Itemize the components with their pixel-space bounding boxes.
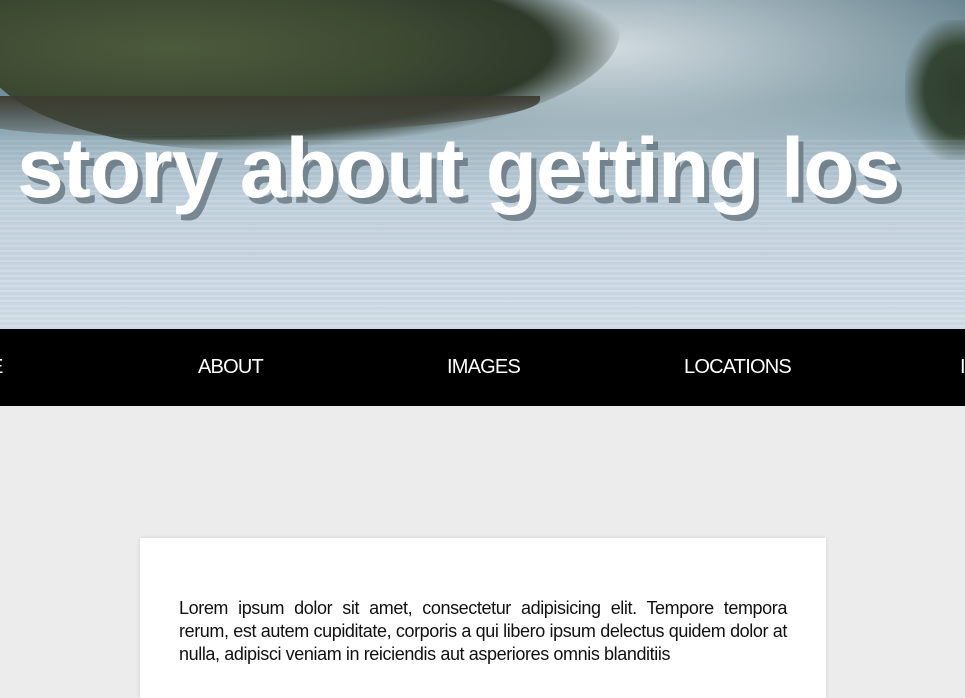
article-body: Lorem ipsum dolor sit amet, consectetur … bbox=[179, 598, 787, 664]
hero-banner: story about getting los bbox=[0, 0, 965, 329]
nav-item-locations[interactable]: LOCATIONS bbox=[684, 329, 792, 406]
hero-title: story about getting los bbox=[17, 121, 900, 215]
nav-item-about[interactable]: ABOUT bbox=[198, 329, 264, 406]
hero-island-right bbox=[905, 20, 965, 160]
main-nav: E ABOUT IMAGES LOCATIONS I bbox=[0, 329, 965, 406]
article-card: Lorem ipsum dolor sit amet, consectetur … bbox=[140, 538, 826, 698]
nav-item-home[interactable]: E bbox=[0, 329, 3, 406]
nav-item-contact[interactable]: I bbox=[960, 329, 965, 406]
nav-item-images[interactable]: IMAGES bbox=[447, 329, 521, 406]
